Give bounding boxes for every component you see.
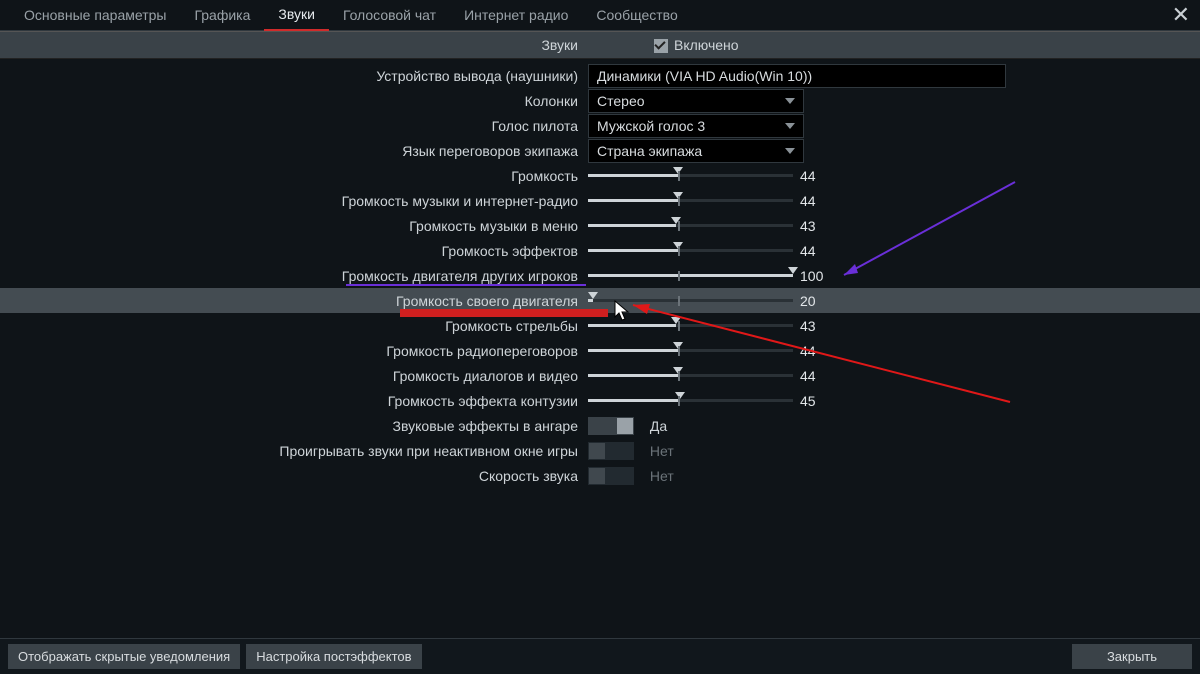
sounds-master-label: Звуки [0,37,584,53]
tab-main[interactable]: Основные параметры [10,0,180,30]
settings-list: Устройство вывода (наушники) Динамики (V… [0,59,1200,488]
row-music-radio: Громкость музыки и интернет-радио 44 [0,188,1200,213]
slider-volume[interactable]: 44 [588,165,1008,187]
toggle-inactive-audio[interactable] [588,442,634,460]
annotation-purple-underline [346,284,586,286]
row-pilot-voice: Голос пилота Мужской голос 3 [0,113,1200,138]
toggle-sound-speed[interactable] [588,467,634,485]
row-inactive-audio: Проигрывать звуки при неактивном окне иг… [0,438,1200,463]
slider-effects[interactable]: 44 [588,240,1008,262]
dropdown-speakers[interactable]: Стерео [588,89,804,113]
btn-show-hidden[interactable]: Отображать скрытые уведомления [8,644,240,669]
tab-sounds[interactable]: Звуки [264,0,329,31]
slider-music-radio[interactable]: 44 [588,190,1008,212]
row-hangar-fx: Звуковые эффекты в ангаре Да [0,413,1200,438]
slider-gunfire[interactable]: 43 [588,315,1008,337]
slider-radio[interactable]: 44 [588,340,1008,362]
chevron-down-icon [785,148,795,154]
close-icon[interactable]: ✕ [1172,2,1190,28]
tabs-bar: Основные параметры Графика Звуки Голосов… [0,0,1200,31]
slider-others-engine[interactable]: 100 [588,265,1008,287]
row-menu-music: Громкость музыки в меню 43 [0,213,1200,238]
slider-own-engine[interactable]: 20 [588,290,1008,312]
row-radio: Громкость радиопереговоров 44 [0,338,1200,363]
sounds-master-value[interactable]: Включено [584,37,739,53]
checkbox-icon [654,39,668,53]
annotation-red-underline [400,309,608,317]
row-output-device: Устройство вывода (наушники) Динамики (V… [0,63,1200,88]
chevron-down-icon [785,98,795,104]
dropdown-output-device[interactable]: Динамики (VIA HD Audio(Win 10)) [588,64,1006,88]
row-dialogs: Громкость диалогов и видео 44 [0,363,1200,388]
slider-contusion[interactable]: 45 [588,390,1008,412]
tab-radio[interactable]: Интернет радио [450,0,582,30]
slider-dialogs[interactable]: 44 [588,365,1008,387]
row-others-engine: Громкость двигателя других игроков 100 [0,263,1200,288]
row-crew-lang: Язык переговоров экипажа Страна экипажа [0,138,1200,163]
slider-menu-music[interactable]: 43 [588,215,1008,237]
row-effects: Громкость эффектов 44 [0,238,1200,263]
toggle-hangar-fx[interactable] [588,417,634,435]
btn-close[interactable]: Закрыть [1072,644,1192,669]
dropdown-pilot-voice[interactable]: Мужской голос 3 [588,114,804,138]
chevron-down-icon [785,123,795,129]
row-contusion: Громкость эффекта контузии 45 [0,388,1200,413]
tab-community[interactable]: Сообщество [582,0,691,30]
row-sound-speed: Скорость звука Нет [0,463,1200,488]
bottom-bar: Отображать скрытые уведомления Настройка… [0,638,1200,674]
btn-postfx[interactable]: Настройка постэффектов [246,644,421,669]
sounds-master-row: Звуки Включено [0,31,1200,59]
tab-graphics[interactable]: Графика [180,0,264,30]
tab-voicechat[interactable]: Голосовой чат [329,0,450,30]
row-volume: Громкость 44 [0,163,1200,188]
dropdown-crew-lang[interactable]: Страна экипажа [588,139,804,163]
row-speakers: Колонки Стерео [0,88,1200,113]
